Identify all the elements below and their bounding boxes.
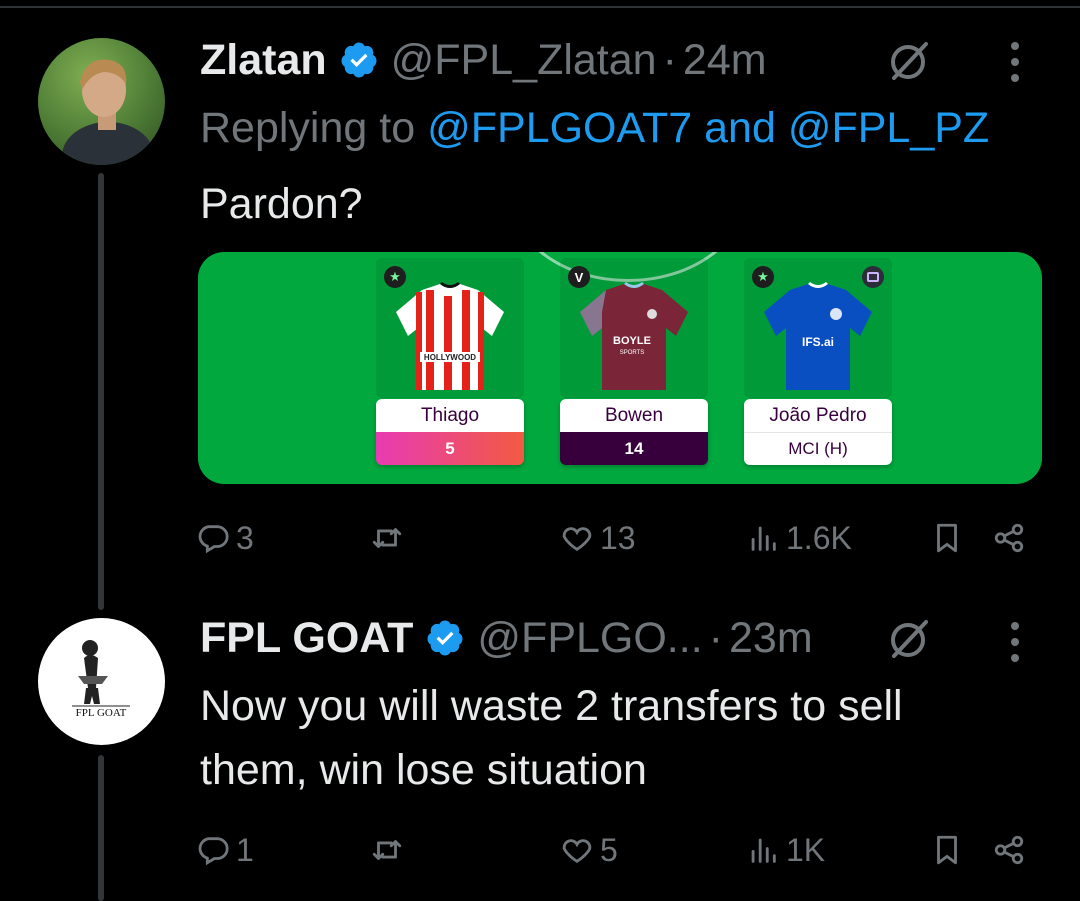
- more-icon[interactable]: [1008, 622, 1022, 662]
- brentford-shirt-icon: HOLLYWOOD: [396, 282, 504, 390]
- bookmark-icon: [937, 835, 957, 865]
- avatar-zlatan[interactable]: [38, 38, 165, 165]
- player-fixture: MCI (H): [744, 432, 892, 465]
- shirt-sponsor-text: IFS.ai: [802, 335, 834, 349]
- like-count: 5: [600, 831, 618, 868]
- mention-fpl-pz[interactable]: @FPL_PZ: [788, 104, 989, 152]
- avatar-fpl-goat[interactable]: FPL GOAT: [38, 618, 165, 745]
- retweet-button[interactable]: [370, 828, 410, 872]
- shirt-sponsor-text: HOLLYWOOD: [424, 353, 476, 362]
- reply-count: 3: [236, 519, 254, 556]
- bookmark-icon: [937, 523, 957, 553]
- bookmark-button[interactable]: [930, 516, 970, 560]
- author-name[interactable]: Zlatan: [200, 36, 327, 85]
- mention-and[interactable]: and: [704, 104, 776, 152]
- separator: ·: [708, 613, 723, 662]
- more-icon[interactable]: [1008, 42, 1022, 82]
- views-button[interactable]: 1.6K: [746, 516, 852, 560]
- grok-icon[interactable]: [886, 38, 932, 84]
- player-plate: Bowen 14: [560, 399, 708, 465]
- shirt-sponsor-subtext: SPORTS: [620, 350, 645, 356]
- like-button[interactable]: 13: [560, 516, 636, 560]
- reply-icon: [198, 837, 229, 866]
- verified-badge-icon: [341, 42, 377, 78]
- player-name: Thiago: [376, 399, 524, 432]
- author-name[interactable]: FPL GOAT: [200, 614, 413, 663]
- like-count: 13: [600, 519, 636, 556]
- retweet-icon: [372, 528, 402, 548]
- like-button[interactable]: 5: [560, 828, 618, 872]
- tweet-actions: 1 5 1K: [196, 828, 1036, 872]
- player-card-thiago: ★ HOLLYWOOD Thiago 5: [376, 258, 524, 465]
- views-button[interactable]: 1K: [746, 828, 825, 872]
- chelsea-shirt-icon: IFS.ai: [764, 282, 872, 390]
- retweet-button[interactable]: [370, 516, 410, 560]
- thread-line: [98, 173, 104, 610]
- share-icon: [994, 523, 1024, 553]
- share-button[interactable]: [992, 516, 1032, 560]
- retweet-icon: [372, 840, 402, 860]
- replying-prefix: Replying to: [200, 104, 416, 152]
- reply-button[interactable]: 1: [196, 828, 254, 872]
- tweet-text-line-1: Now you will waste 2 transfers to sell: [200, 682, 903, 730]
- tweet-text: Pardon?: [200, 180, 363, 228]
- player-name: João Pedro: [744, 399, 892, 432]
- views-count: 1K: [786, 831, 826, 868]
- views-icon: [751, 838, 776, 863]
- author-handle[interactable]: @FPL_Zlatan: [391, 36, 657, 85]
- share-button[interactable]: [992, 828, 1032, 872]
- player-plate: Thiago 5: [376, 399, 524, 465]
- player-points: 5: [376, 432, 524, 465]
- tweet-actions: 3 13 1.6K: [196, 516, 1036, 560]
- player-plate: João Pedro MCI (H): [744, 399, 892, 465]
- like-icon: [562, 839, 592, 864]
- tweet-text-line-2: them, win lose situation: [200, 746, 647, 794]
- player-points: 14: [560, 432, 708, 465]
- fpl-team-image[interactable]: ★ HOLLYWOOD Thiago 5 V BOYLE SPORTS Bowe…: [198, 252, 1042, 484]
- thread-line: [98, 755, 104, 901]
- share-icon: [994, 835, 1024, 865]
- avatar-text: FPL GOAT: [76, 707, 127, 719]
- timestamp[interactable]: 23m: [729, 614, 813, 663]
- reply-count: 1: [236, 831, 254, 868]
- timestamp[interactable]: 24m: [683, 36, 767, 85]
- replying-to: Replying to @FPLGOAT7 and @FPL_PZ: [200, 104, 989, 153]
- grok-icon[interactable]: [886, 616, 932, 662]
- tweet-header: Zlatan @FPL_Zlatan · 24m: [200, 30, 767, 90]
- westham-shirt-icon: BOYLE SPORTS: [580, 282, 688, 390]
- player-card-joao-pedro: ★ IFS.ai João Pedro MCI (H): [744, 258, 892, 465]
- tweet-header: FPL GOAT @FPLGO... · 23m: [200, 608, 813, 668]
- like-icon: [562, 527, 592, 552]
- verified-badge-icon: [427, 620, 463, 656]
- views-icon: [751, 526, 776, 551]
- separator: ·: [662, 35, 677, 84]
- reply-icon: [198, 525, 229, 554]
- reply-button[interactable]: 3: [196, 516, 254, 560]
- player-card-bowen: V BOYLE SPORTS Bowen 14: [560, 258, 708, 465]
- bookmark-button[interactable]: [930, 828, 970, 872]
- mention-fplgoat7[interactable]: @FPLGOAT7: [427, 104, 692, 152]
- views-count: 1.6K: [786, 519, 852, 556]
- player-name: Bowen: [560, 399, 708, 432]
- tweet-text: Now you will waste 2 transfers to sell t…: [200, 674, 903, 802]
- top-divider: [0, 6, 1080, 8]
- shirt-sponsor-text: BOYLE: [613, 335, 651, 347]
- author-handle[interactable]: @FPLGO...: [477, 614, 702, 663]
